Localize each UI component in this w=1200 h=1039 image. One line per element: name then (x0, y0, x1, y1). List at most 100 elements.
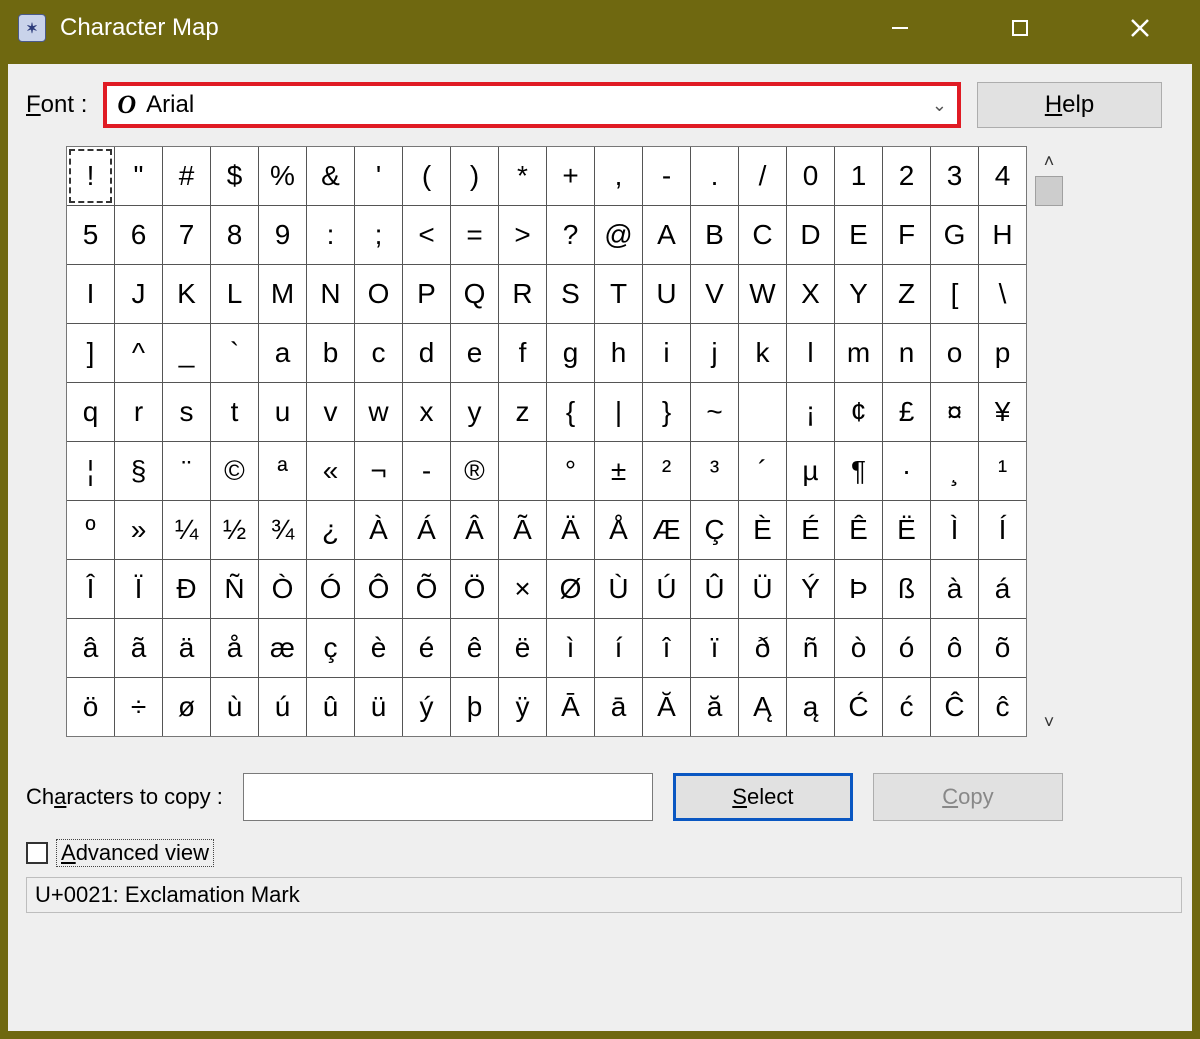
char-cell[interactable]: ' (355, 147, 402, 205)
char-cell[interactable]: ) (451, 147, 498, 205)
char-cell[interactable]: i (643, 324, 690, 382)
char-cell[interactable]: © (211, 442, 258, 500)
char-cell[interactable]: _ (163, 324, 210, 382)
char-cell[interactable]: à (931, 560, 978, 618)
char-cell[interactable]: \ (979, 265, 1026, 323)
char-cell[interactable]: P (403, 265, 450, 323)
char-cell[interactable]: Þ (835, 560, 882, 618)
char-cell[interactable]: & (307, 147, 354, 205)
chars-to-copy-input[interactable] (243, 773, 653, 821)
char-cell[interactable]: j (691, 324, 738, 382)
char-cell[interactable]: @ (595, 206, 642, 264)
char-cell[interactable]: v (307, 383, 354, 441)
char-cell[interactable]: í (595, 619, 642, 677)
char-cell[interactable]: Ò (259, 560, 306, 618)
char-cell[interactable]: V (691, 265, 738, 323)
char-cell[interactable]: + (547, 147, 594, 205)
char-cell[interactable]: - (403, 442, 450, 500)
char-cell[interactable]: t (211, 383, 258, 441)
char-cell[interactable]: o (931, 324, 978, 382)
char-cell[interactable]: U (643, 265, 690, 323)
char-cell[interactable]: 3 (931, 147, 978, 205)
char-cell[interactable]: ³ (691, 442, 738, 500)
char-cell[interactable]: ¼ (163, 501, 210, 559)
font-dropdown[interactable]: O Arial ⌄ (103, 82, 961, 128)
char-cell[interactable]: ó (883, 619, 930, 677)
copy-button[interactable]: Copy (873, 773, 1063, 821)
grid-scrollbar[interactable]: ˄ ˅ (1031, 146, 1067, 737)
char-cell[interactable]: ¡ (787, 383, 834, 441)
char-cell[interactable]: A (643, 206, 690, 264)
char-cell[interactable]: K (163, 265, 210, 323)
char-cell[interactable]: ì (547, 619, 594, 677)
char-cell[interactable]: 0 (787, 147, 834, 205)
char-cell[interactable]: 7 (163, 206, 210, 264)
char-cell[interactable]: Î (67, 560, 114, 618)
char-cell[interactable]: § (115, 442, 162, 500)
char-cell[interactable]: [ (931, 265, 978, 323)
char-cell[interactable]: ^ (115, 324, 162, 382)
char-cell[interactable]: Ù (595, 560, 642, 618)
char-cell[interactable]: C (739, 206, 786, 264)
help-button[interactable]: Help (977, 82, 1162, 128)
char-cell[interactable]: ` (211, 324, 258, 382)
char-cell[interactable]: á (979, 560, 1026, 618)
char-cell[interactable]: Ā (547, 678, 594, 736)
char-cell[interactable]: Í (979, 501, 1026, 559)
char-cell[interactable]: ø (163, 678, 210, 736)
char-cell[interactable]: d (403, 324, 450, 382)
char-cell[interactable]: # (163, 147, 210, 205)
char-cell[interactable]: î (643, 619, 690, 677)
char-cell[interactable]: s (163, 383, 210, 441)
char-cell[interactable]: ù (211, 678, 258, 736)
titlebar[interactable]: ✶ Character Map (0, 0, 1200, 56)
char-cell[interactable]: · (883, 442, 930, 500)
char-cell[interactable]: f (499, 324, 546, 382)
char-cell[interactable]: ă (691, 678, 738, 736)
char-cell[interactable]: ë (499, 619, 546, 677)
char-cell[interactable]: ª (259, 442, 306, 500)
char-cell[interactable]: ä (163, 619, 210, 677)
char-cell[interactable]: B (691, 206, 738, 264)
char-cell[interactable]: Ä (547, 501, 594, 559)
char-cell[interactable]: } (643, 383, 690, 441)
char-cell[interactable]: é (403, 619, 450, 677)
char-cell[interactable]: Ú (643, 560, 690, 618)
char-cell[interactable]: ÷ (115, 678, 162, 736)
char-cell[interactable]: Ą (739, 678, 786, 736)
char-cell[interactable]: ~ (691, 383, 738, 441)
char-cell[interactable]: ú (259, 678, 306, 736)
char-cell[interactable]: ( (403, 147, 450, 205)
char-cell[interactable]: O (355, 265, 402, 323)
char-cell[interactable]: - (643, 147, 690, 205)
char-cell[interactable]: Ý (787, 560, 834, 618)
char-cell[interactable]: ; (355, 206, 402, 264)
advanced-view-checkbox[interactable] (26, 842, 48, 864)
char-cell[interactable]: 6 (115, 206, 162, 264)
char-cell[interactable]: l (787, 324, 834, 382)
char-cell[interactable]: ¥ (979, 383, 1026, 441)
char-cell[interactable]: = (451, 206, 498, 264)
char-cell[interactable]: Ĉ (931, 678, 978, 736)
char-cell[interactable]: Ð (163, 560, 210, 618)
char-cell[interactable]: ê (451, 619, 498, 677)
char-cell[interactable]: Ñ (211, 560, 258, 618)
char-cell[interactable]: D (787, 206, 834, 264)
char-cell[interactable]: ¹ (979, 442, 1026, 500)
char-cell[interactable]: ! (67, 147, 114, 205)
char-cell[interactable]: ¢ (835, 383, 882, 441)
char-cell[interactable]: ü (355, 678, 402, 736)
char-cell[interactable]: L (211, 265, 258, 323)
character-grid[interactable]: !"#$%&'()*+,-./0123456789:;<=>?@ABCDEFGH… (66, 146, 1027, 737)
char-cell[interactable]: R (499, 265, 546, 323)
char-cell[interactable]: c (355, 324, 402, 382)
char-cell[interactable]: n (883, 324, 930, 382)
char-cell[interactable]: / (739, 147, 786, 205)
char-cell[interactable]: S (547, 265, 594, 323)
char-cell[interactable]: G (931, 206, 978, 264)
char-cell[interactable]: ð (739, 619, 786, 677)
maximize-button[interactable] (960, 0, 1080, 56)
char-cell[interactable]: Ö (451, 560, 498, 618)
char-cell[interactable]: È (739, 501, 786, 559)
char-cell[interactable]: 5 (67, 206, 114, 264)
